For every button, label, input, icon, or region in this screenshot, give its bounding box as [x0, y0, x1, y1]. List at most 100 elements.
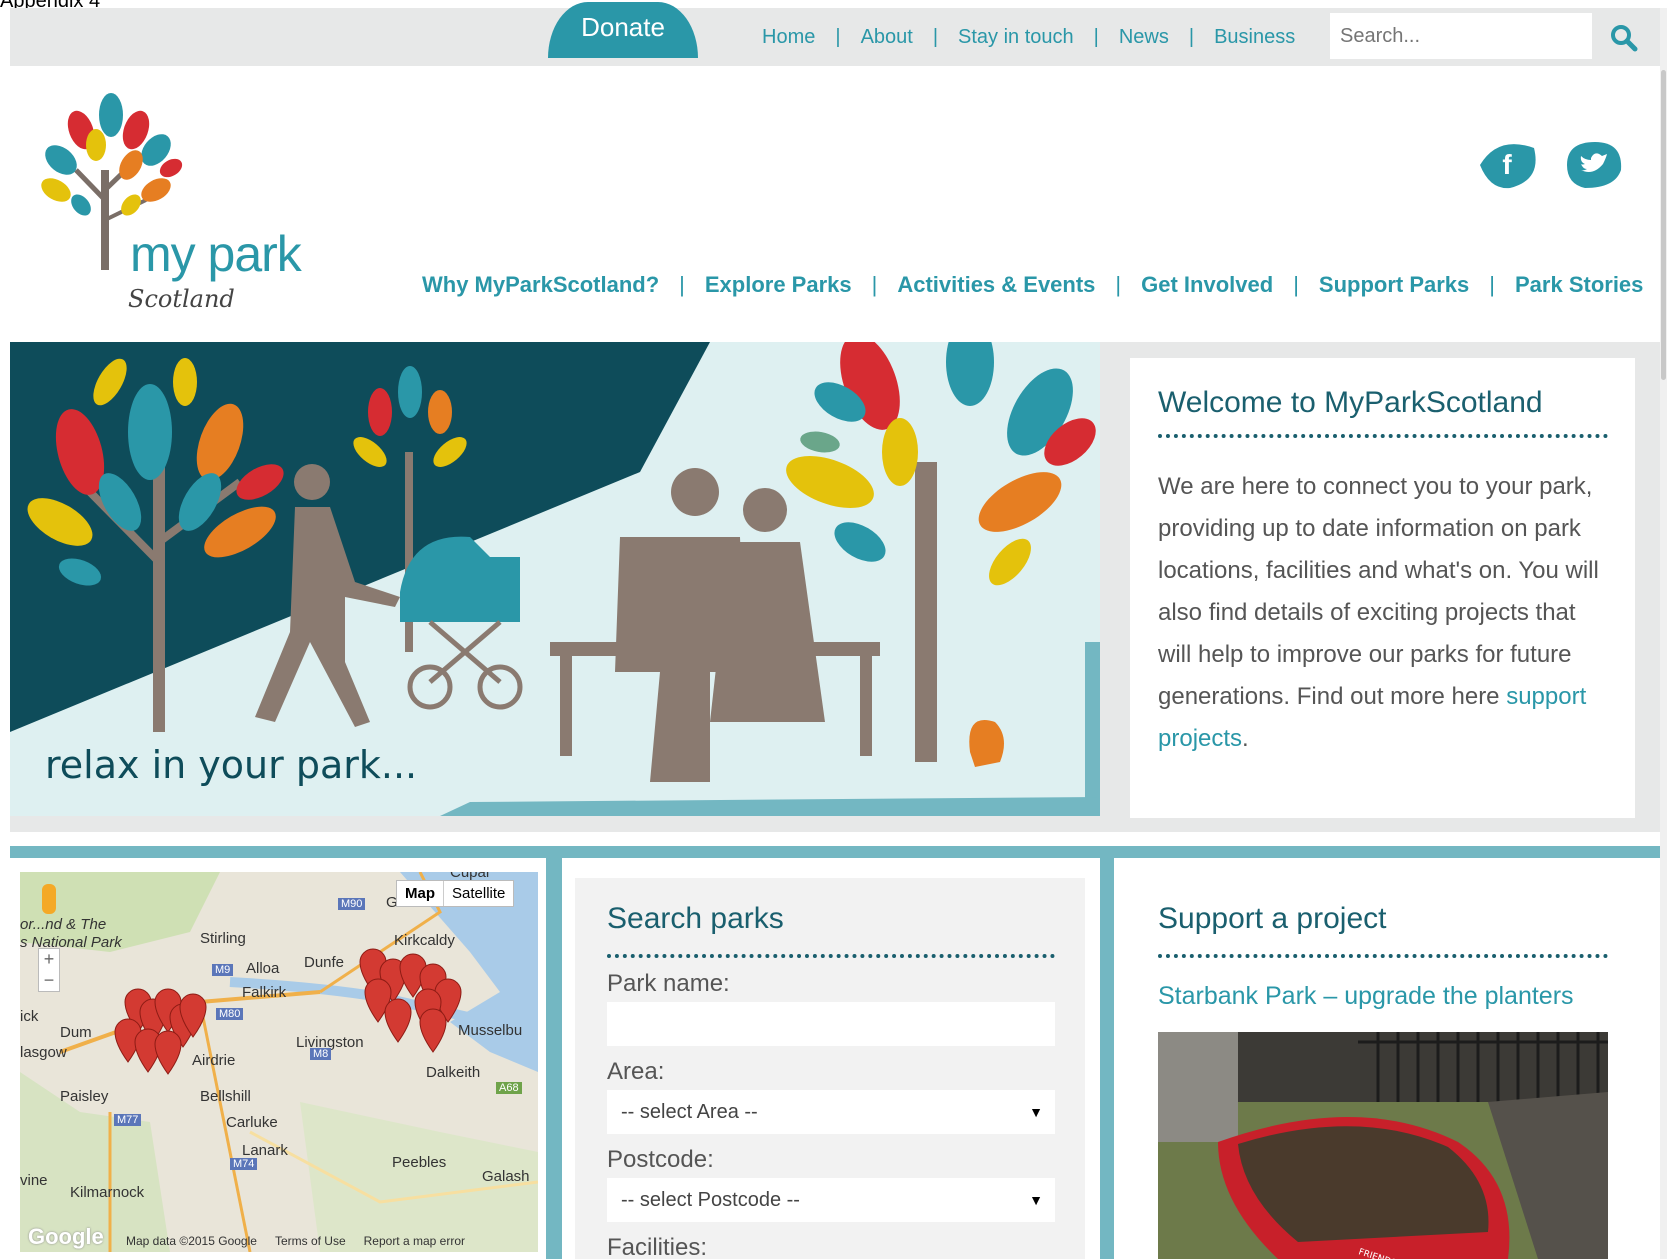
project-link[interactable]: Starbank Park – upgrade the planters: [1158, 982, 1574, 1011]
map-label: Dum: [60, 1024, 92, 1041]
project-image[interactable]: FRIENDS OF STARBANK: [1158, 1032, 1608, 1259]
support-project-panel: Support a project Starbank Park – upgrad…: [1130, 878, 1635, 1259]
title-divider: [1158, 434, 1608, 438]
logo-subtext[interactable]: Scotland: [128, 285, 235, 313]
map-label: Dalkeith: [426, 1064, 481, 1081]
map-label: Kirkcaldy: [394, 932, 455, 949]
map-label: Airdrie: [192, 1052, 236, 1069]
zoom-in-button[interactable]: +: [39, 949, 59, 970]
dropdown-arrow-icon: ▼: [1029, 1192, 1043, 1208]
map-data-credit: Map data ©2015 Google: [126, 1234, 257, 1248]
dropdown-arrow-icon: ▼: [1029, 1104, 1043, 1120]
postcode-select[interactable]: -- select Postcode -- ▼: [607, 1178, 1055, 1222]
road-badge: A68: [496, 1082, 522, 1094]
facebook-glyph: f: [1502, 149, 1512, 180]
nav-separator: |: [1115, 272, 1122, 297]
map-type-toggle: Map Satellite: [396, 880, 515, 907]
welcome-panel: Welcome to MyParkScotland We are here to…: [1130, 358, 1635, 818]
park-name-label: Park name:: [607, 970, 730, 997]
nav-separator: |: [1489, 272, 1495, 297]
twitter-icon: [1567, 142, 1622, 188]
satellite-view-button[interactable]: Satellite: [444, 881, 513, 906]
road-badge: M74: [230, 1158, 258, 1170]
nav-separator: |: [835, 26, 841, 48]
nav-about[interactable]: About: [861, 26, 913, 49]
map-label: Falkirk: [242, 984, 287, 1001]
map-label: Peebles: [392, 1154, 447, 1171]
main-navigation: Why MyParkScotland? | Explore Parks | Ac…: [422, 272, 1643, 298]
road-badge: M9: [212, 964, 234, 976]
nav-separator: |: [871, 272, 878, 297]
area-label: Area:: [607, 1058, 665, 1085]
nav-activities-events[interactable]: Activities & Events: [897, 272, 1095, 298]
nav-separator: |: [679, 272, 685, 297]
search-input[interactable]: [1330, 13, 1592, 59]
welcome-end: .: [1242, 725, 1249, 752]
map-label: or...nd & The: [20, 916, 107, 933]
map-label: s National Park: [20, 934, 122, 951]
map-label: Lanark: [242, 1142, 288, 1159]
logo-text[interactable]: my park: [130, 225, 302, 283]
map-label: Dunfe: [304, 954, 345, 971]
welcome-body: We are here to connect you to your park,…: [1158, 466, 1608, 760]
search-parks-panel: Search parks Park name: Area: -- select …: [575, 878, 1085, 1259]
nav-why-myparkscotland[interactable]: Why MyParkScotland?: [422, 272, 659, 298]
map-view-button[interactable]: Map: [397, 881, 444, 906]
nav-business[interactable]: Business: [1214, 26, 1295, 49]
nav-separator: |: [1093, 26, 1099, 48]
park-map[interactable]: Stirling Kirkcaldy Alloa Dunfe Falkirk L…: [20, 872, 538, 1252]
map-label: Carluke: [226, 1114, 278, 1131]
facilities-label: Facilities:: [607, 1234, 708, 1259]
area-select-value: -- select Area --: [621, 1101, 758, 1123]
road-badge: M80: [216, 1008, 244, 1020]
hero-tagline: relax in your park...: [45, 743, 417, 787]
search-parks-title: Search parks: [607, 902, 784, 935]
welcome-title: Welcome to MyParkScotland: [1158, 386, 1543, 419]
terms-link[interactable]: Terms of Use: [275, 1234, 346, 1248]
map-label: ick: [20, 1008, 39, 1025]
nav-support-parks[interactable]: Support Parks: [1319, 272, 1469, 298]
nav-news[interactable]: News: [1119, 26, 1169, 49]
nav-separator: |: [1188, 26, 1195, 48]
title-divider: [1158, 954, 1608, 958]
hero-illustration: relax in your park...: [10, 342, 1100, 816]
facebook-button[interactable]: f: [1478, 140, 1536, 190]
project-photo: FRIENDS OF STARBANK: [1158, 1032, 1608, 1259]
nav-explore-parks[interactable]: Explore Parks: [705, 272, 852, 298]
postcode-label: Postcode:: [607, 1146, 714, 1173]
donate-button[interactable]: Donate: [548, 2, 698, 58]
map-label: Bellshill: [200, 1088, 251, 1105]
area-select[interactable]: -- select Area -- ▼: [607, 1090, 1055, 1134]
park-name-input[interactable]: [607, 1002, 1055, 1046]
twitter-button[interactable]: [1565, 140, 1623, 190]
pegman-icon[interactable]: [42, 884, 56, 914]
road-badge: M8: [310, 1048, 332, 1060]
welcome-text: We are here to connect you to your park,…: [1158, 473, 1599, 710]
road-badge: M77: [114, 1114, 142, 1126]
page: Appendix 4 Donate Home | About | Stay in…: [0, 0, 1667, 1259]
support-title: Support a project: [1158, 902, 1387, 935]
nav-home[interactable]: Home: [762, 26, 815, 49]
report-error-link[interactable]: Report a map error: [364, 1234, 465, 1248]
zoom-control: + −: [38, 948, 60, 992]
zoom-out-button[interactable]: −: [39, 970, 59, 991]
map-label: vine: [20, 1172, 48, 1189]
hero-banner[interactable]: relax in your park...: [10, 342, 1100, 816]
nav-get-involved[interactable]: Get Involved: [1141, 272, 1273, 298]
map-label: Stirling: [200, 930, 246, 947]
scrollbar-thumb[interactable]: [1661, 70, 1666, 380]
top-navigation: Home | About | Stay in touch | News | Bu…: [762, 26, 1295, 49]
nav-park-stories[interactable]: Park Stories: [1515, 272, 1643, 298]
map-label: Paisley: [60, 1088, 109, 1105]
map-footer: Map data ©2015 Google Terms of Use Repor…: [20, 1230, 538, 1252]
nav-separator: |: [1293, 272, 1299, 297]
road-badge: M90: [338, 898, 366, 910]
map-label: Alloa: [246, 960, 280, 977]
nav-stay-in-touch[interactable]: Stay in touch: [958, 26, 1074, 49]
search-icon[interactable]: [1610, 24, 1638, 52]
title-divider: [607, 954, 1055, 958]
map-label: lasgow: [20, 1044, 67, 1061]
postcode-select-value: -- select Postcode --: [621, 1189, 800, 1211]
map-label: Kilmarnock: [70, 1184, 145, 1201]
map-label: Galash: [482, 1168, 530, 1185]
